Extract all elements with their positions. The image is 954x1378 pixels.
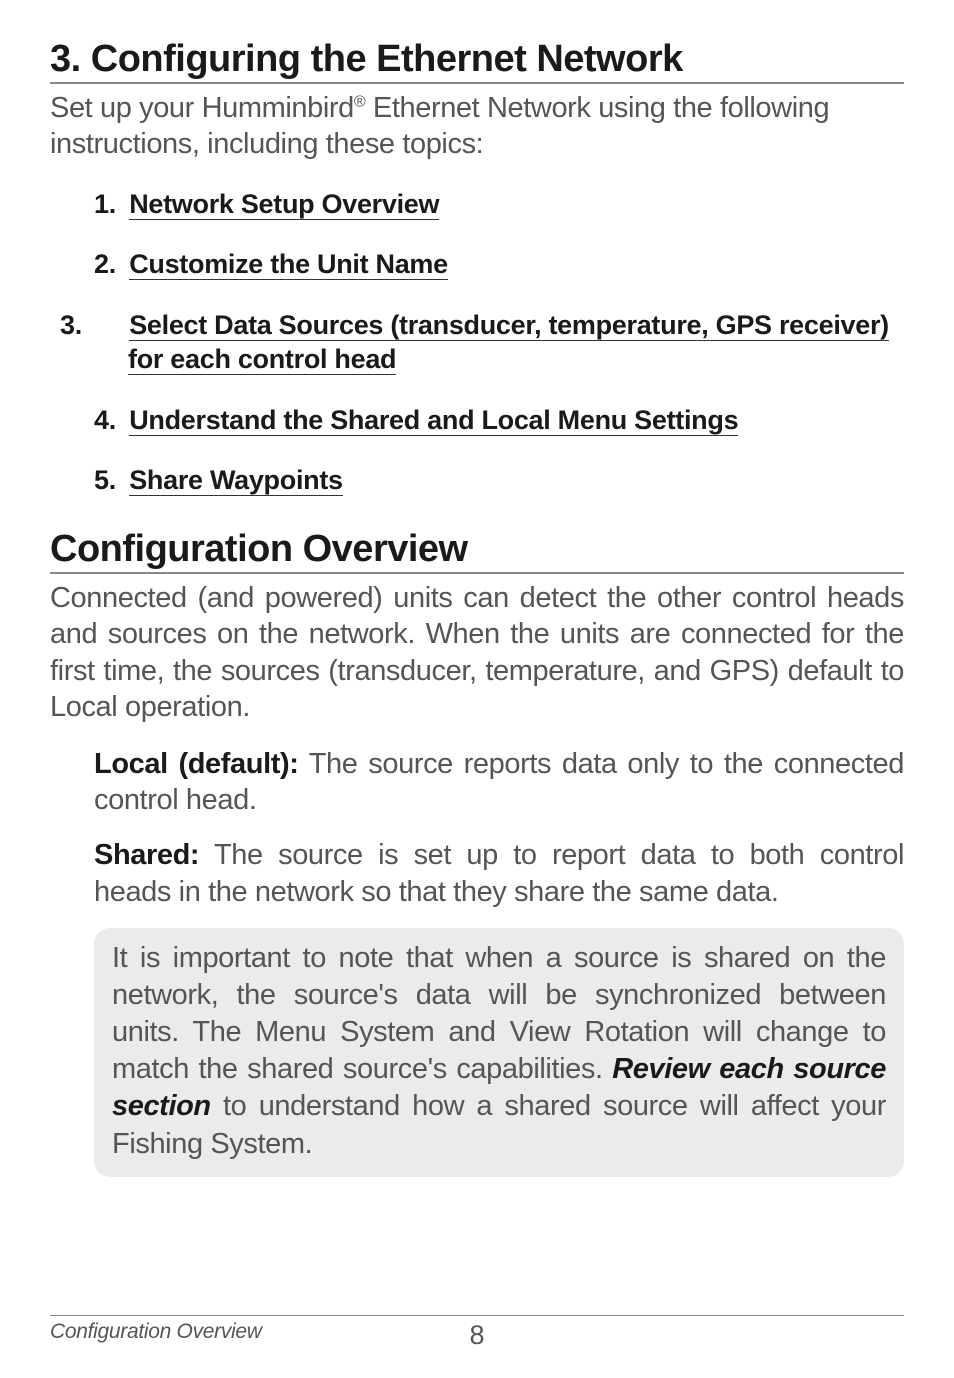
list-text: Network Setup Overview <box>129 189 439 220</box>
definition-local: Local (default): The source reports data… <box>50 746 904 819</box>
list-text-line1: Select Data Sources (transducer, tempera… <box>129 310 889 341</box>
def-local-text: Local (default): The source reports data… <box>94 746 904 819</box>
section2-para1: Connected (and powered) units can detect… <box>50 580 904 726</box>
footer-rule <box>50 1315 904 1316</box>
list-text: Share Waypoints <box>129 465 343 496</box>
list-text: Understand the Shared and Local Menu Set… <box>129 405 738 436</box>
registered-mark: ® <box>354 93 365 110</box>
def-local-label: Local (default): <box>94 748 299 780</box>
section1-intro: Set up your Humminbird® Ethernet Network… <box>50 90 904 163</box>
intro-pre: Set up your Humminbird <box>50 92 354 124</box>
note-box: It is important to note that when a sour… <box>94 928 904 1177</box>
topic-list: 1. Network Setup Overview 2. Customize t… <box>50 187 904 498</box>
def-shared-body: The source is set up to report data to b… <box>94 839 904 908</box>
section-heading-1: 3. Configuring the Ethernet Network <box>50 38 904 84</box>
note-text: It is important to note that when a sour… <box>112 940 886 1163</box>
list-num: 3. <box>94 308 122 343</box>
list-item: 3. Select Data Sources (transducer, temp… <box>94 308 904 377</box>
section-heading-2: Configuration Overview <box>50 528 904 574</box>
list-item: 5. Share Waypoints <box>94 463 904 498</box>
list-num: 5. <box>94 463 122 498</box>
list-item: 2. Customize the Unit Name <box>94 247 904 282</box>
list-text-line2: for each control head <box>128 344 396 375</box>
def-shared-text: Shared: The source is set up to report d… <box>94 837 904 910</box>
page-footer: Configuration Overview 8 <box>50 1315 904 1344</box>
list-text: Customize the Unit Name <box>129 249 448 280</box>
definition-shared: Shared: The source is set up to report d… <box>50 837 904 910</box>
page-number: 8 <box>469 1320 484 1351</box>
def-shared-label: Shared: <box>94 839 199 871</box>
list-num: 2. <box>94 247 122 282</box>
list-item: 1. Network Setup Overview <box>94 187 904 222</box>
list-num: 4. <box>94 403 122 438</box>
list-num: 1. <box>94 187 122 222</box>
footer-section-title: Configuration Overview <box>50 1320 262 1344</box>
note-post: to understand how a shared source will a… <box>112 1090 886 1159</box>
list-item: 4. Understand the Shared and Local Menu … <box>94 403 904 438</box>
